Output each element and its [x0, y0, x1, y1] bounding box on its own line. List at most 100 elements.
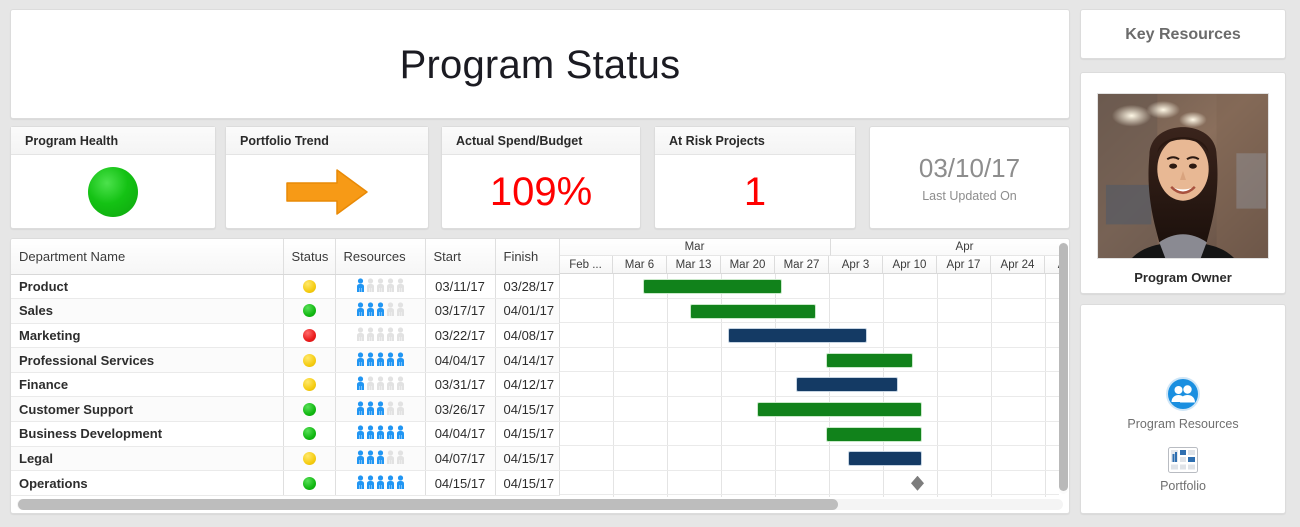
person-icon — [396, 327, 404, 341]
person-icon — [366, 327, 374, 341]
week-tick-label: Mar 20 — [721, 256, 775, 274]
sidebar-header-card: Key Resources — [1080, 9, 1286, 59]
kpi-card-at-risk-projects[interactable]: At Risk Projects 1 — [654, 126, 856, 229]
table-body: Product 03/11/17 03/28/17 Sales 03/17/17 04/0… — [11, 274, 560, 496]
status-badge-yellow — [302, 353, 316, 367]
table-row[interactable]: Sales 03/17/17 04/01/17 — [11, 298, 560, 324]
table-row[interactable]: Operations 04/15/17 04/15/17 — [11, 470, 560, 496]
column-header-finish[interactable]: Finish — [495, 239, 560, 275]
person-icon — [366, 351, 374, 366]
week-tick-label: Mar 6 — [613, 256, 667, 274]
cell-start-date: 04/04/17 — [425, 347, 496, 373]
cell-finish-date: 04/14/17 — [495, 347, 560, 373]
person-icon — [386, 450, 394, 464]
cell-finish-date: 04/08/17 — [495, 323, 560, 349]
gantt-bar[interactable] — [827, 353, 912, 367]
table-row[interactable]: Product 03/11/17 03/28/17 — [11, 274, 560, 300]
person-icon — [386, 401, 394, 415]
person-icon — [366, 474, 374, 489]
person-icon — [356, 278, 364, 292]
person-icon — [366, 278, 374, 292]
cell-department-name: Professional Services — [11, 347, 284, 373]
cell-resources — [335, 372, 426, 398]
kpi-label-actual-spend-budget: Actual Spend/Budget — [442, 127, 640, 155]
month-label: Apr — [831, 239, 1059, 256]
table-row[interactable]: Business Development 04/04/17 04/15/17 — [11, 421, 560, 447]
page-title: Program Status — [399, 43, 681, 87]
week-tick-label: Apr 3 — [829, 256, 883, 274]
gantt-left-columns: Department Name Status Resources Start F… — [11, 239, 560, 497]
gantt-row — [559, 348, 1059, 373]
gantt-row — [559, 323, 1059, 348]
gantt-bar[interactable] — [827, 427, 921, 441]
column-header-start[interactable]: Start — [425, 239, 496, 275]
person-icon — [356, 450, 364, 464]
cell-start-date: 03/31/17 — [425, 372, 496, 398]
table-row[interactable]: Professional Services 04/04/17 04/14/17 — [11, 347, 560, 373]
gantt-bar[interactable] — [849, 452, 921, 466]
sidebar-owner-card: Program Owner — [1080, 72, 1286, 294]
column-header-resources[interactable]: Resources — [335, 239, 426, 275]
kpi-card-actual-spend-budget[interactable]: Actual Spend/Budget 109% — [441, 126, 641, 229]
table-row[interactable]: Legal 04/07/17 04/15/17 — [11, 446, 560, 472]
cell-status — [283, 298, 336, 324]
cell-department-name: Legal — [11, 446, 284, 472]
person-icon — [356, 376, 364, 391]
person-icon — [356, 302, 364, 317]
person-icon — [366, 450, 374, 464]
week-tick-label: Feb ... — [559, 256, 613, 274]
cell-start-date: 03/26/17 — [425, 396, 496, 423]
column-header-department-name[interactable]: Department Name — [11, 239, 284, 275]
person-icon — [396, 450, 404, 464]
gantt-bar[interactable] — [797, 378, 897, 392]
person-icon — [396, 425, 404, 440]
sidebar-title: Key Resources — [1125, 26, 1241, 43]
resource-meter — [356, 425, 405, 440]
sidebar-link-label-portfolio: Portfolio — [1160, 479, 1206, 493]
cell-finish-date: 04/01/17 — [495, 298, 560, 324]
column-header-status[interactable]: Status — [283, 239, 336, 275]
kpi-label-program-health: Program Health — [11, 127, 215, 155]
table-vertical-scrollbar[interactable] — [1059, 242, 1068, 494]
table-row[interactable]: Customer Support 03/26/17 04/15/17 — [11, 396, 560, 423]
person-icon — [396, 351, 404, 366]
gantt-bar[interactable] — [644, 280, 781, 293]
sidebar-link-program-resources[interactable]: Program Resources — [1081, 377, 1285, 431]
sidebar-link-portfolio[interactable]: Portfolio — [1081, 447, 1285, 493]
resource-meter — [356, 278, 405, 292]
kpi-value-program-health — [11, 155, 215, 229]
kpi-value-portfolio-trend — [226, 155, 428, 229]
kpi-card-portfolio-trend[interactable]: Portfolio Trend — [225, 126, 429, 229]
vertical-scrollbar-thumb[interactable] — [1059, 243, 1068, 491]
gantt-milestone-diamond[interactable] — [911, 475, 924, 491]
person-icon — [366, 376, 374, 391]
person-icon — [366, 401, 374, 415]
table-horizontal-scrollbar[interactable] — [17, 499, 1063, 510]
gantt-bar[interactable] — [758, 402, 921, 416]
dashboard-page: Program Status Program Health Portfolio … — [0, 0, 1300, 527]
status-badge-green — [302, 476, 316, 490]
gantt-timeline-pane[interactable]: Mar Apr Feb ... Mar 6 Mar 13 Mar 20 Mar 27 Apr… — [559, 239, 1059, 497]
kpi-card-program-health[interactable]: Program Health — [10, 126, 216, 229]
person-icon — [376, 450, 384, 464]
table-row[interactable]: Marketing 03/22/17 04/08/17 — [11, 323, 560, 349]
gantt-bar[interactable] — [691, 304, 815, 318]
resource-meter — [356, 302, 405, 317]
table-row[interactable]: Finance 03/31/17 04/12/17 — [11, 372, 560, 398]
person-icon — [386, 425, 394, 440]
kpi-value-container-actual-spend-budget: 109% — [442, 155, 640, 229]
person-icon — [396, 376, 404, 391]
kpi-label-portfolio-trend: Portfolio Trend — [226, 127, 428, 155]
week-tick-label: Mar 13 — [667, 256, 721, 274]
cell-department-name: Marketing — [11, 323, 284, 349]
status-green-dot-icon — [88, 167, 138, 217]
person-icon — [386, 302, 394, 317]
gantt-table-card: Mar Apr Feb ... Mar 6 Mar 13 Mar 20 Mar 27 Apr… — [10, 238, 1070, 514]
cell-resources — [335, 323, 426, 349]
resource-meter — [356, 351, 405, 366]
week-tick-label: Apr 2 — [1045, 256, 1059, 274]
cell-status — [283, 421, 336, 447]
gantt-row — [559, 397, 1059, 422]
horizontal-scrollbar-thumb[interactable] — [18, 499, 838, 510]
gantt-bar[interactable] — [729, 329, 866, 343]
